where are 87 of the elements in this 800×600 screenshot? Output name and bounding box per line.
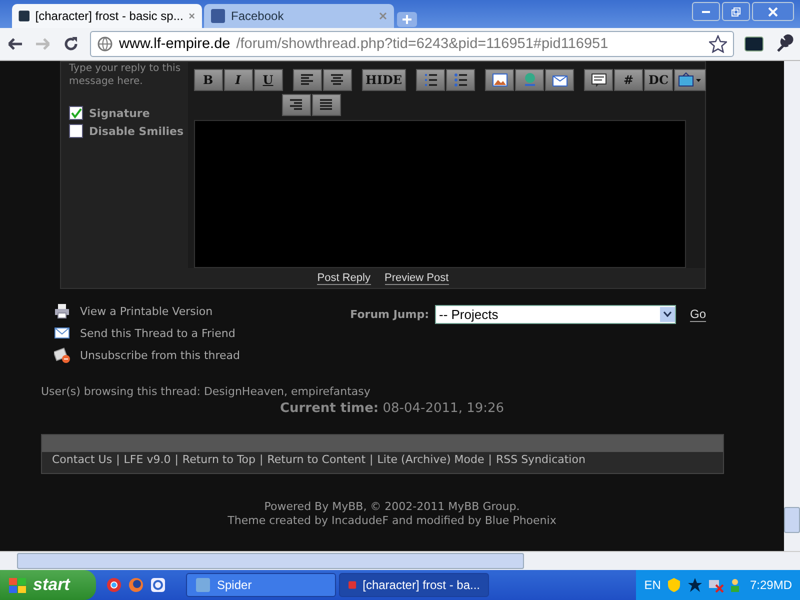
toolbar-button[interactable]: [584, 69, 614, 91]
footer-link[interactable]: Return to Top: [182, 453, 256, 466]
minimize-icon: [702, 10, 710, 12]
checkbox[interactable]: [69, 124, 83, 138]
new-tab-icon: [396, 10, 418, 28]
taskbar-task[interactable]: [character] frost - ba...: [339, 573, 489, 597]
clock: 7:29MD: [750, 578, 792, 592]
unsubscribe-icon: [54, 347, 70, 363]
align-right-icon: [288, 97, 304, 113]
printer-icon: [54, 303, 70, 319]
credits-text: Powered By MyBB, © 2002-2011 MyBB Group.: [263, 500, 521, 514]
preview-post-button[interactable]: Preview Post: [384, 272, 449, 284]
footer-link[interactable]: Contact Us: [52, 453, 112, 466]
footer-link[interactable]: LFE v9.0: [124, 453, 171, 466]
current-time: Current time: 08-04-2011, 19:26: [278, 401, 506, 416]
minimize-button[interactable]: [692, 2, 720, 21]
star-icon: [709, 35, 727, 53]
align-left-icon: [299, 72, 316, 88]
toolbar-button[interactable]: I: [224, 69, 253, 91]
forum-jump-label: Forum Jump:: [350, 308, 429, 320]
toolbar-button[interactable]: U: [254, 69, 283, 91]
dropdown-caret-icon: [662, 311, 672, 317]
thread-tool-link[interactable]: View a Printable Version: [80, 304, 213, 318]
toolbar-button[interactable]: [322, 69, 352, 91]
toolbar-button[interactable]: [292, 69, 322, 91]
toolbar-button[interactable]: #: [614, 69, 644, 91]
footer-link[interactable]: Return to Content: [267, 453, 366, 466]
separator: |: [260, 453, 264, 466]
footer-link[interactable]: Lite (Archive) Mode: [377, 453, 484, 466]
toolbar-button[interactable]: [446, 69, 476, 91]
browser-tab[interactable]: [character] frost - basic sp...: [12, 4, 202, 28]
browsing-users: User(s) browsing this thread: DesignHeaven, empirefantasy: [41, 385, 372, 398]
close-icon: [378, 11, 388, 21]
toolbar-button[interactable]: B: [194, 69, 223, 91]
toolbar-button[interactable]: [312, 94, 341, 116]
image-icon: [492, 72, 508, 88]
credits-text: Theme created by IncadudeF and modified by Blue Phoenix: [226, 514, 558, 528]
browser-icon: [150, 577, 166, 593]
thread-tool-link[interactable]: Send this Thread to a Friend: [80, 326, 236, 340]
checkbox-label: Disable Smilies: [89, 124, 184, 138]
extension-icon: [744, 35, 764, 53]
toolbar-button[interactable]: HIDE: [362, 69, 406, 91]
forum-jump-select[interactable]: -- Projects: [434, 304, 676, 324]
network-icon: [708, 577, 724, 593]
toolbar-button[interactable]: [282, 94, 311, 116]
reload-icon: [62, 35, 80, 53]
browser-tab[interactable]: Facebook: [204, 4, 394, 28]
toolbar-button[interactable]: [674, 69, 706, 91]
vertical-scrollbar[interactable]: [784, 61, 800, 551]
bullet-list-icon: [452, 72, 469, 88]
toolbar-button[interactable]: [545, 69, 574, 91]
separator: |: [370, 453, 374, 466]
toolbar-button[interactable]: [485, 69, 514, 91]
separator: |: [488, 453, 492, 466]
restore-button[interactable]: [722, 2, 750, 21]
browser-icon: [106, 577, 122, 593]
address-bar[interactable]: www.lf-empire.de /forum/showthread.php?tid=6243&pid=116951#pid116951: [90, 31, 734, 57]
globe-icon: [97, 36, 113, 52]
horizontal-scrollbar[interactable]: [0, 551, 800, 570]
toolbar-button[interactable]: [416, 69, 446, 91]
taskbar-task[interactable]: Spider: [186, 573, 336, 597]
thread-tool-link[interactable]: Unsubscribe from this thread: [80, 348, 240, 362]
shield-icon: [666, 577, 682, 593]
footer-link[interactable]: RSS Syndication: [496, 453, 586, 466]
windows-logo-icon: [8, 576, 28, 594]
align-center-icon: [329, 72, 346, 88]
video-icon: [678, 72, 702, 88]
separator: |: [116, 453, 120, 466]
close-icon: [768, 6, 778, 16]
toolbar-button[interactable]: DC: [644, 69, 674, 91]
go-button[interactable]: Go: [690, 306, 706, 322]
checkbox-label: Signature: [89, 106, 150, 120]
close-button[interactable]: [752, 2, 794, 21]
restore-icon: [731, 6, 741, 16]
checkbox[interactable]: [69, 106, 83, 120]
post-reply-button[interactable]: Post Reply: [317, 272, 370, 284]
close-icon: [188, 11, 196, 21]
reply-hint: Type your reply to this message here.: [69, 62, 182, 88]
quote-icon: [590, 72, 607, 88]
separator: |: [174, 453, 178, 466]
envelope-icon: [54, 325, 70, 341]
start-button[interactable]: start: [0, 570, 96, 600]
browser-icon: [128, 577, 144, 593]
justify-icon: [318, 97, 334, 113]
star-icon: [686, 577, 703, 593]
app-icon: [195, 577, 211, 593]
numbered-list-icon: [422, 72, 439, 88]
